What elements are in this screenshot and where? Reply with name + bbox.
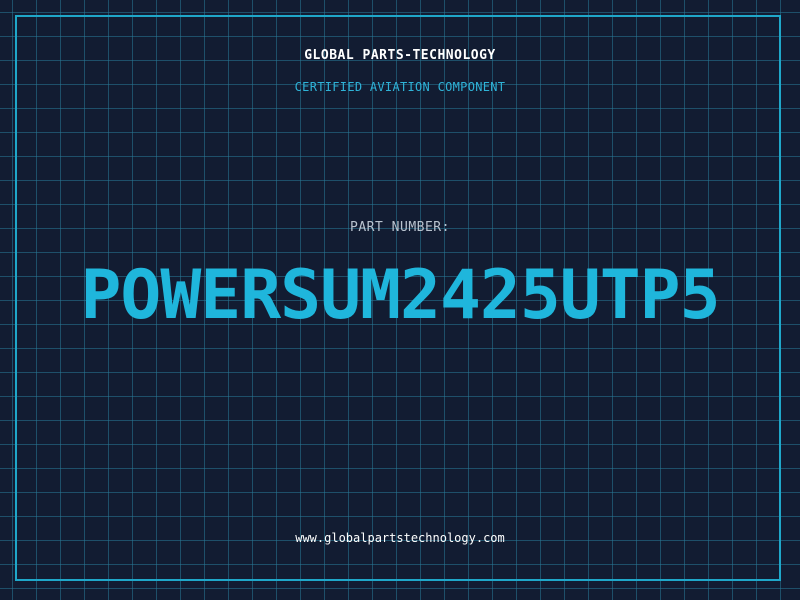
company-name: GLOBAL PARTS-TECHNOLOGY bbox=[304, 48, 496, 63]
part-number-label: PART NUMBER: bbox=[350, 220, 450, 235]
part-number-value: POWERSUM2425UTP5 bbox=[80, 256, 720, 335]
certification-subtitle: CERTIFIED AVIATION COMPONENT bbox=[294, 80, 506, 94]
part-card: GLOBAL PARTS-TECHNOLOGY CERTIFIED AVIATI… bbox=[0, 0, 800, 600]
website-url: www.globalpartstechnology.com bbox=[295, 531, 505, 545]
